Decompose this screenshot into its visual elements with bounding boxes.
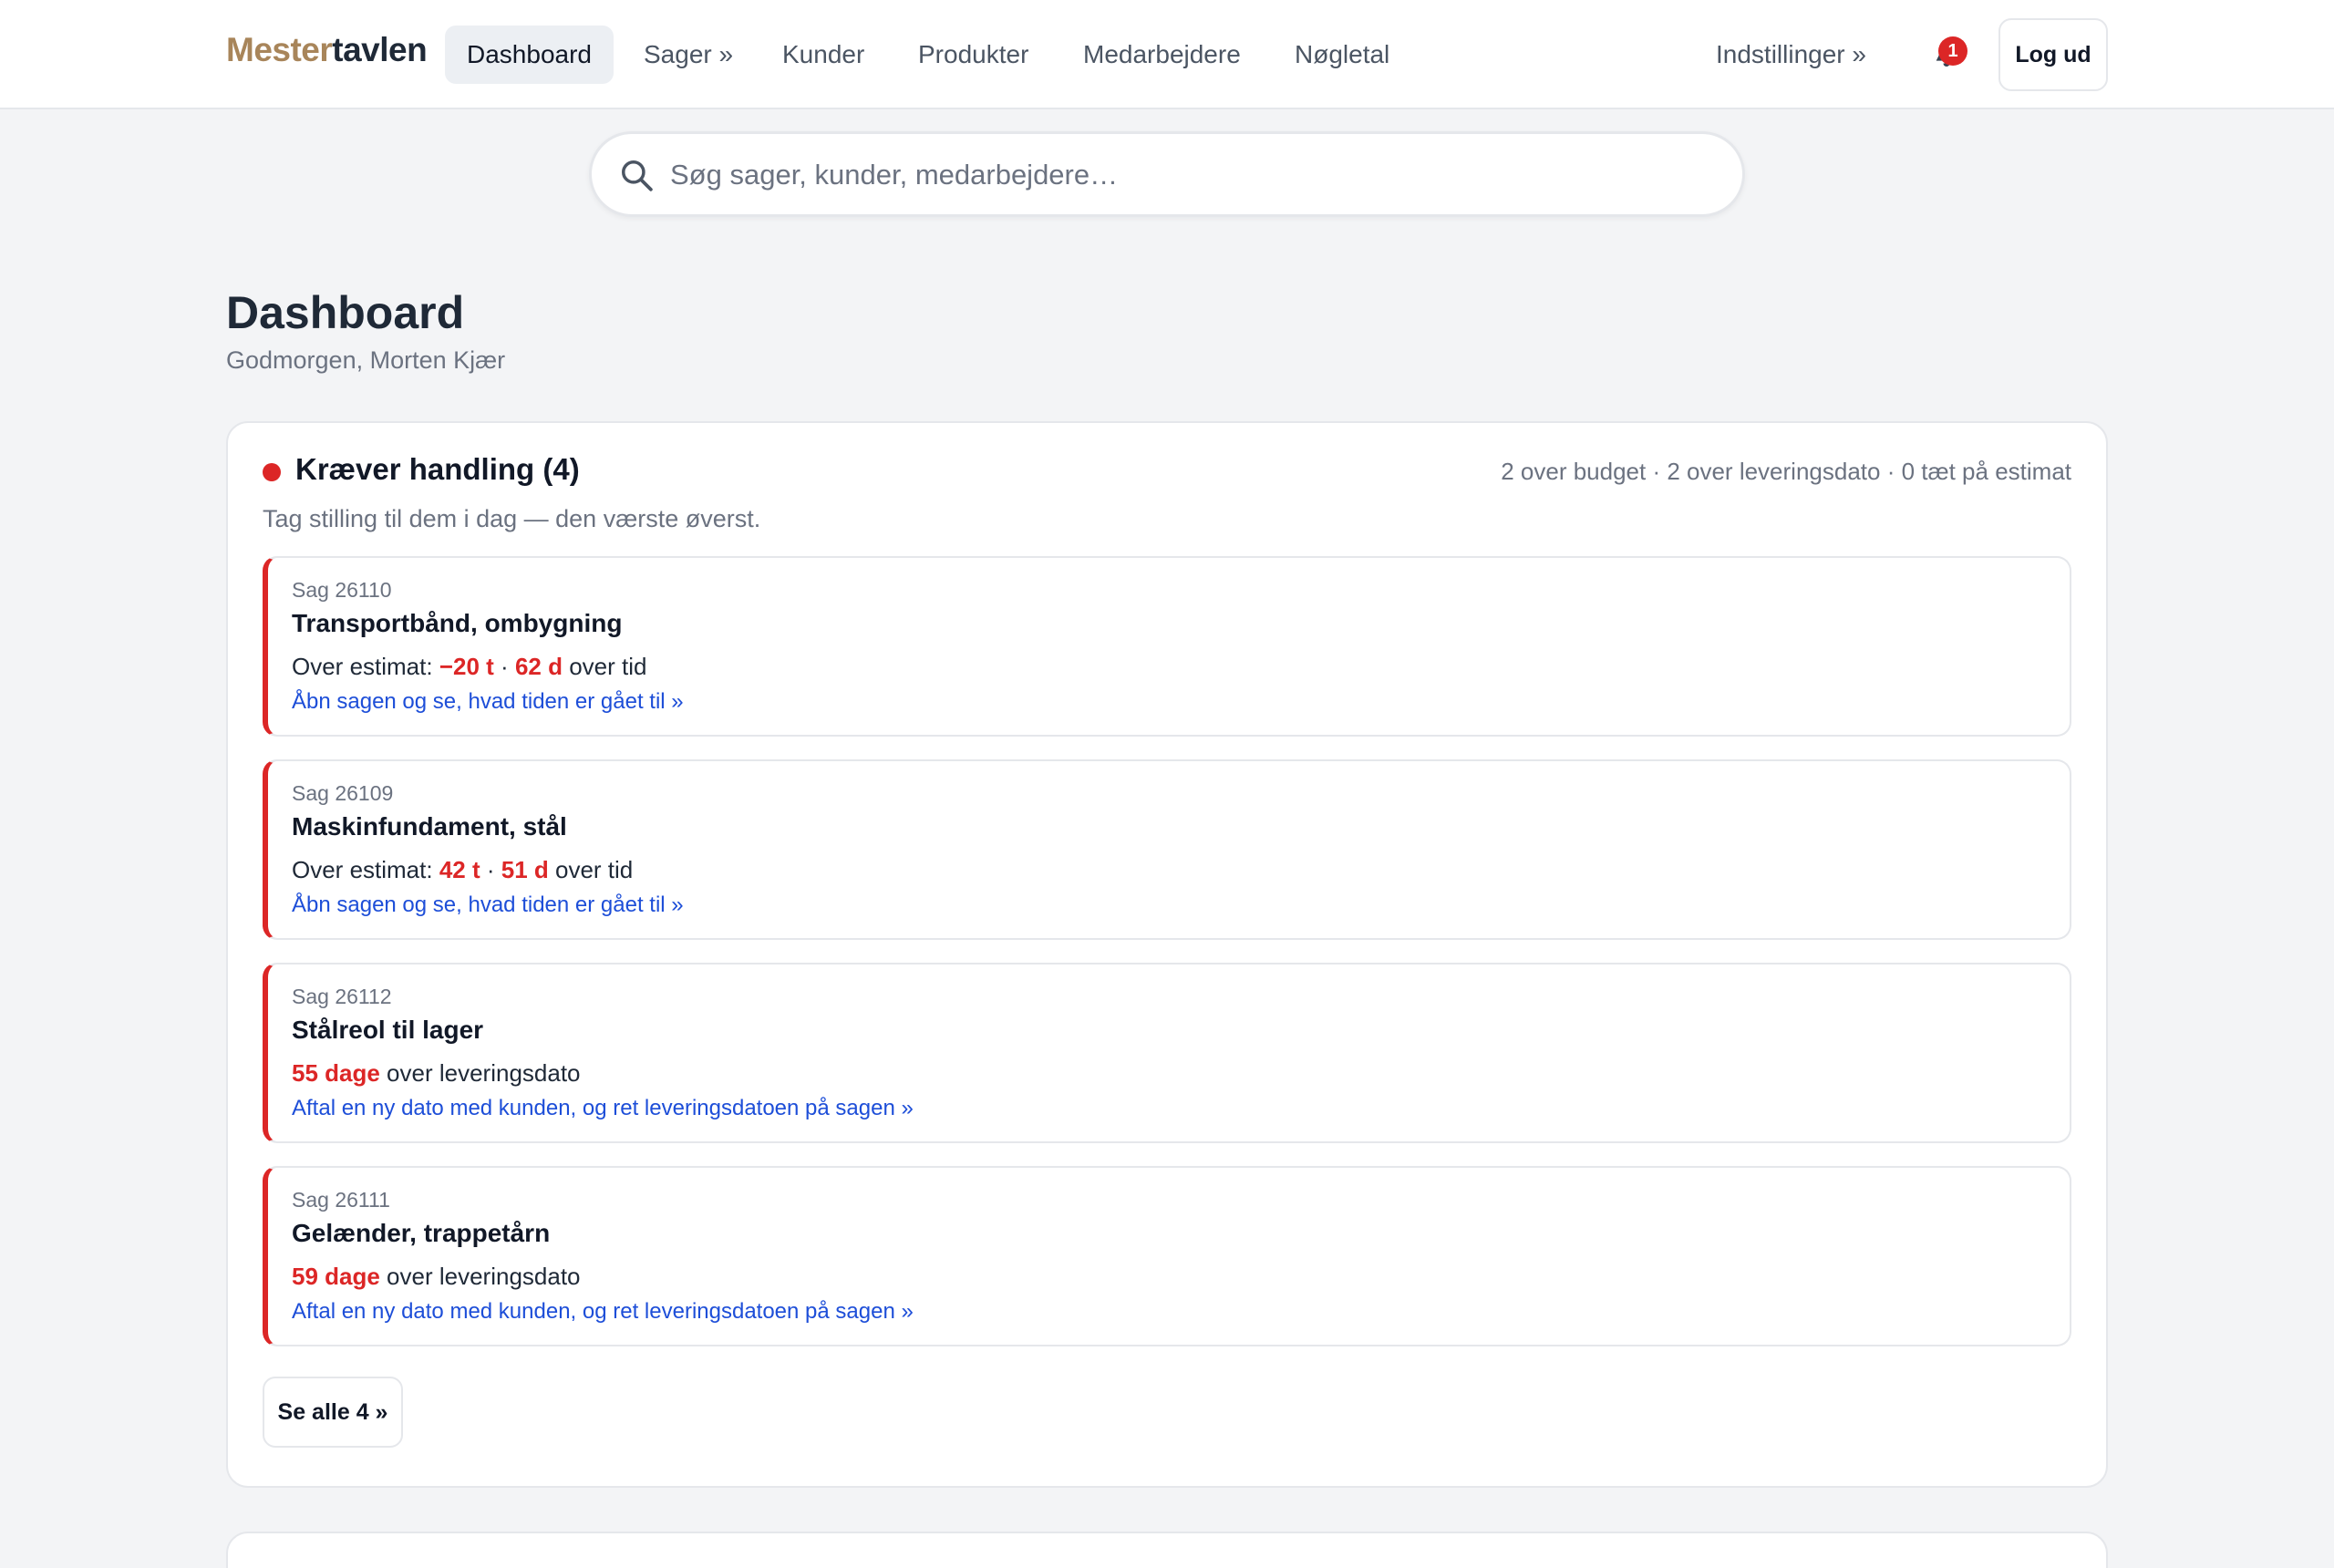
status-suffix: over leveringsdato xyxy=(379,1059,581,1087)
status-suffix: over leveringsdato xyxy=(379,1263,581,1290)
nav-dashboard[interactable]: Dashboard xyxy=(445,26,614,84)
case-number: Sag 26111 xyxy=(292,1188,390,1212)
case-title: Gelænder, trappetårn xyxy=(292,1219,551,1247)
brand-part-tavlen: tavlen xyxy=(332,31,428,68)
panel-title: Kræver handling (4) xyxy=(295,452,580,486)
hours-over: 42 t xyxy=(439,856,480,883)
case-title: Maskinfundament, stål xyxy=(292,812,567,841)
case-card-26111[interactable]: Sag 26111 Gelænder, trappetårn 59 dage o… xyxy=(263,1166,2071,1346)
action-required-panel: Kræver handling (4) 2 over budget · 2 ov… xyxy=(226,421,2108,1488)
notification-badge[interactable]: 1 xyxy=(1938,36,1967,66)
search-icon xyxy=(622,160,653,191)
case-action-link[interactable]: Åbn sagen og se, hvad tiden er gået til … xyxy=(292,892,684,918)
case-card-26112[interactable]: Sag 26112 Stålreol til lager 55 dage ove… xyxy=(263,963,2071,1143)
nav-kunder[interactable]: Kunder xyxy=(760,26,886,84)
status-prefix: Over estimat: xyxy=(292,856,439,883)
hours-over: −20 t xyxy=(439,653,494,680)
days-over: 55 dage xyxy=(292,1059,380,1087)
case-number: Sag 26112 xyxy=(292,985,392,1008)
nav-noegletal[interactable]: Nøgletal xyxy=(1273,26,1411,84)
status-suffix: over tid xyxy=(548,856,634,883)
logout-button[interactable]: Log ud xyxy=(1998,18,2108,91)
case-card-26110[interactable]: Sag 26110 Transportbånd, ombygning Over … xyxy=(263,556,2071,737)
case-status: 55 dage over leveringsdato xyxy=(292,1059,581,1088)
brand-part-mester: Mester xyxy=(226,31,333,68)
nav-sager[interactable]: Sager » xyxy=(622,26,755,84)
status-prefix: Over estimat: xyxy=(292,653,439,680)
search-input[interactable] xyxy=(670,150,1709,200)
case-action-link[interactable]: Aftal en ny dato med kunden, og ret leve… xyxy=(292,1096,914,1121)
status-separator: · xyxy=(480,856,501,883)
next-panel xyxy=(226,1532,2108,1568)
greeting-text: Godmorgen, Morten Kjær xyxy=(226,346,506,374)
case-title: Stålreol til lager xyxy=(292,1016,484,1044)
status-separator: · xyxy=(493,653,515,680)
see-all-button[interactable]: Se alle 4 » xyxy=(263,1377,403,1448)
status-suffix: over tid xyxy=(562,653,647,680)
case-number: Sag 26109 xyxy=(292,781,394,805)
case-status: 59 dage over leveringsdato xyxy=(292,1263,581,1291)
panel-stats: 2 over budget · 2 over leveringsdato · 0… xyxy=(1501,458,2071,485)
page-title: Dashboard xyxy=(226,287,465,338)
nav-produkter[interactable]: Produkter xyxy=(896,26,1050,84)
case-action-link[interactable]: Åbn sagen og se, hvad tiden er gået til … xyxy=(292,689,684,715)
case-number: Sag 26110 xyxy=(292,578,392,602)
nav-medarbejdere[interactable]: Medarbejdere xyxy=(1061,26,1263,84)
days-over: 51 d xyxy=(501,856,549,883)
days-over: 59 dage xyxy=(292,1263,380,1290)
panel-description: Tag stilling til dem i dag — den værste … xyxy=(263,505,761,532)
case-card-26109[interactable]: Sag 26109 Maskinfundament, stål Over est… xyxy=(263,759,2071,940)
case-status: Over estimat: −20 t · 62 d over tid xyxy=(292,653,646,681)
days-over: 62 d xyxy=(514,653,563,680)
case-status: Over estimat: 42 t · 51 d over tid xyxy=(292,856,633,884)
alert-dot-icon xyxy=(263,463,281,481)
brand-logo[interactable]: Mestertavlen xyxy=(226,31,428,69)
top-navigation-bar: Mestertavlen Dashboard Sager » Kunder Pr… xyxy=(0,0,2334,109)
search-bar xyxy=(589,131,1745,217)
nav-indstillinger[interactable]: Indstillinger » xyxy=(1694,26,1888,84)
case-title: Transportbånd, ombygning xyxy=(292,609,623,637)
case-action-link[interactable]: Aftal en ny dato med kunden, og ret leve… xyxy=(292,1299,914,1325)
